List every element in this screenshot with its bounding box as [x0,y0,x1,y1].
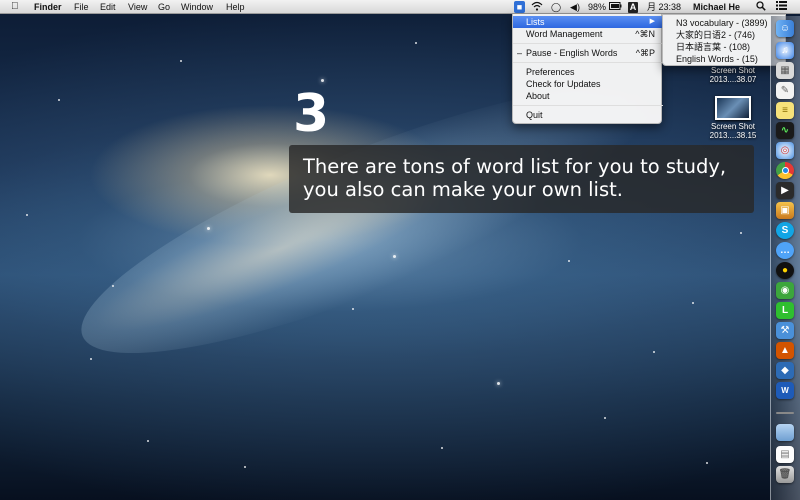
caption-line-2: you also can make your own list. [303,178,623,201]
document-icon[interactable]: ▤ [776,446,794,463]
dock-separator [776,412,794,414]
menu-separator [513,62,663,63]
submenu-arrow-icon: ▶ [649,18,655,25]
screenshot-thumbnail [715,96,751,120]
wechat-icon[interactable]: ◉ [776,282,794,299]
menu-item-word-management[interactable]: Word Management ^⌘N [513,28,663,40]
preview-icon[interactable]: ▦ [776,62,794,79]
menu-item-check-updates[interactable]: Check for Updates [513,78,663,90]
menu-item-about[interactable]: About [513,90,663,102]
qq-icon[interactable]: ● [776,262,794,279]
volume-icon[interactable]: ◀) [569,1,581,13]
finder-icon[interactable]: ☺ [776,20,794,37]
clock[interactable]: 月 23:38 [647,1,681,13]
dash-mark-icon: – [517,48,523,58]
input-source-icon[interactable]: A [628,1,638,13]
safari-icon[interactable]: ◎ [776,142,794,159]
menu-view[interactable]: View [128,1,147,13]
notes-icon[interactable]: ≡ [776,102,794,119]
step-number: 3 [293,84,330,144]
menu-item-pause[interactable]: – Pause - English Words ^⌘P [513,47,663,59]
menu-file[interactable]: File [74,1,89,13]
list-item-english-words[interactable]: English Words - (15) [676,53,758,65]
chrome-icon[interactable] [776,162,794,179]
photo-booth-icon[interactable]: ▣ [776,202,794,219]
list-item-nihongo-kotoba[interactable]: 日本語言葉 - (108) [676,41,750,53]
activity-monitor-icon[interactable]: ∿ [776,122,794,139]
user-name[interactable]: Michael He [693,1,740,13]
line-icon[interactable]: L [776,302,794,319]
skype-icon[interactable]: S [776,222,794,239]
menu-help[interactable]: Help [226,1,245,13]
battery-icon[interactable] [608,1,622,13]
menu-item-preferences[interactable]: Preferences [513,66,663,78]
menu-bar:  Finder File Edit View Go Window Help ■… [0,0,800,14]
list-item-n3-vocabulary[interactable]: N3 vocabulary - (3899) [676,17,768,29]
menu-window[interactable]: Window [181,1,213,13]
messages-icon[interactable]: … [776,242,794,259]
desktop-item-date: 2013....38.15 [709,131,757,140]
xcode-icon[interactable]: ⚒ [776,322,794,339]
notification-center-icon[interactable] [775,1,787,13]
virtualbox-icon[interactable]: ◆ [776,362,794,379]
word-app-dock-icon[interactable]: W [776,382,794,399]
battery-percent[interactable]: 98% [588,1,606,13]
caption-box: There are tons of word list for you to s… [289,145,754,213]
desktop-item-name: Screen Shot [710,66,756,75]
word-app-menu: Lists ▶ Word Management ^⌘N – Pause - En… [512,14,663,124]
messages-status-icon[interactable]: ◯ [550,1,562,13]
caption-line-1: There are tons of word list for you to s… [303,155,727,178]
word-app-status-icon[interactable]: ■ [514,1,525,13]
facetime-icon[interactable]: ▶ [776,182,794,199]
trash-icon[interactable]: 🗑 [776,466,794,483]
menu-go[interactable]: Go [158,1,170,13]
app-menu-finder[interactable]: Finder [34,1,62,13]
keynote-icon[interactable]: ▲ [776,342,794,359]
desktop-item-date: 2013....38.07 [709,75,757,84]
wifi-icon[interactable] [530,1,544,14]
menu-edit[interactable]: Edit [100,1,116,13]
menu-separator [513,105,663,106]
apple-icon[interactable]:  [11,1,19,13]
list-item-minna-nihongo-2[interactable]: 大家的日语2 - (746) [676,29,755,41]
menu-separator [513,43,663,44]
menu-item-lists[interactable]: Lists ▶ [513,16,663,28]
lists-submenu: N3 vocabulary - (3899) 大家的日语2 - (746) 日本… [662,14,786,66]
menu-item-quit[interactable]: Quit [513,109,663,121]
itunes-icon[interactable]: ♫ [776,42,794,59]
spotlight-icon[interactable] [756,1,766,14]
desktop-screenshot-2[interactable]: Screen Shot 2013....38.15 [704,96,762,140]
folder-icon[interactable] [776,424,794,441]
textedit-icon[interactable]: ✎ [776,82,794,99]
desktop-item-name: Screen Shot [710,122,756,131]
